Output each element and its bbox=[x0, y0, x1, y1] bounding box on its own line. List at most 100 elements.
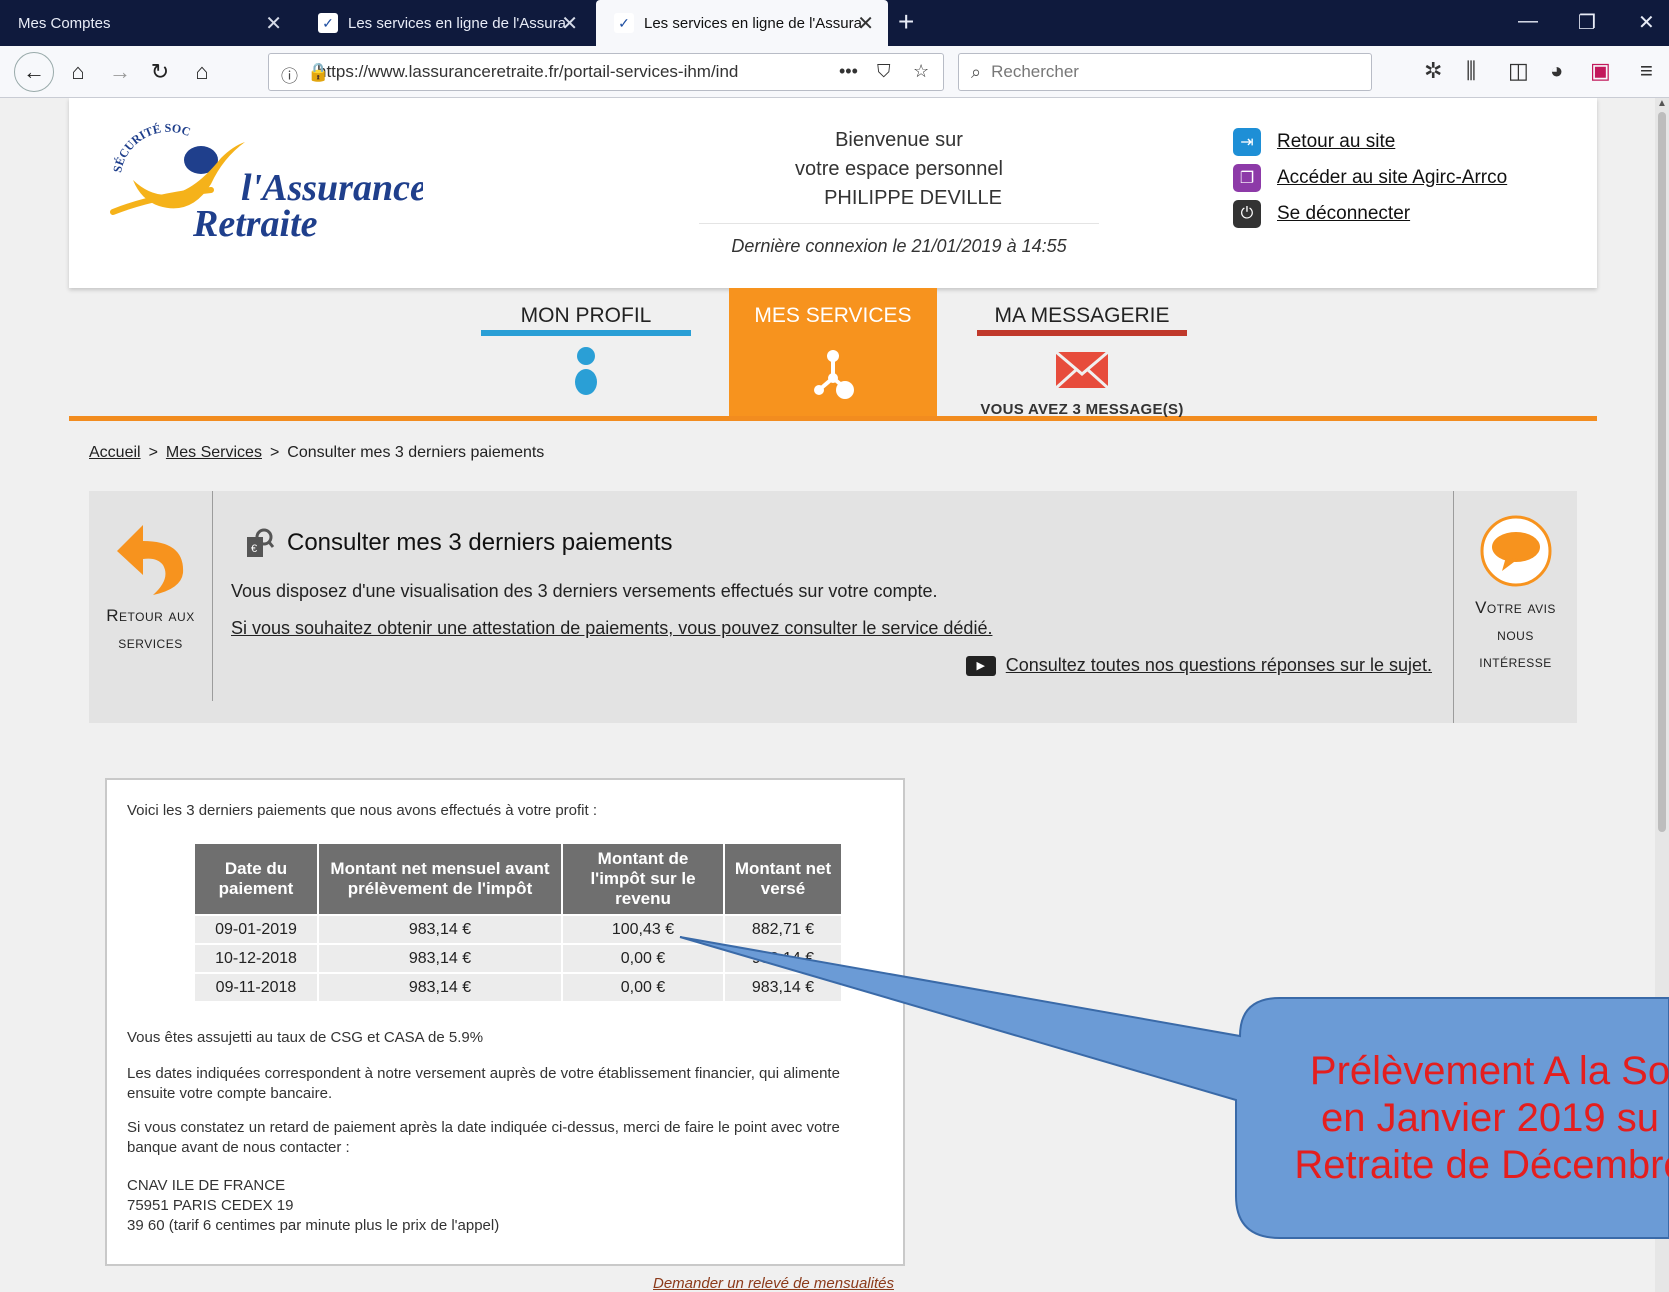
close-icon[interactable]: ✕ bbox=[561, 11, 578, 36]
settings-gear-icon[interactable]: ✲ bbox=[1424, 58, 1442, 84]
attestation-link[interactable]: Si vous souhaitez obtenir une attestatio… bbox=[231, 618, 992, 639]
panel-title: Consulter mes 3 derniers paiements bbox=[287, 529, 673, 556]
info-icon[interactable]: ⓘ bbox=[281, 62, 298, 87]
column-header: Montant de l'impôt sur le revenu bbox=[561, 842, 725, 916]
retour-aux-services-button[interactable]: Retour aux services bbox=[89, 491, 213, 701]
logout-link[interactable]: Se déconnecter bbox=[1277, 203, 1410, 225]
breadcrumb: Accueil > Mes Services > Consulter mes 3 der… bbox=[89, 444, 544, 462]
breadcrumb-mes-services[interactable]: Mes Services bbox=[166, 444, 262, 461]
vote-label-line3: intéresse bbox=[1479, 652, 1552, 671]
user-name: PHILIPPE DEVILLE bbox=[824, 187, 1002, 209]
search-icon: ⌕ bbox=[971, 61, 982, 82]
search-bar[interactable]: ⌕ Rechercher bbox=[958, 53, 1372, 91]
power-icon: ⏻ bbox=[1233, 200, 1261, 228]
agirc-arrco-link-row[interactable]: ❐ Accéder au site Agirc-Arrco bbox=[1233, 164, 1507, 192]
close-icon[interactable]: ✕ bbox=[265, 11, 282, 36]
callout-line1: Prélèvement A la So bbox=[1309, 1049, 1669, 1093]
table-cell: 983,14 € bbox=[723, 972, 843, 1003]
welcome-line2: votre espace personnel bbox=[795, 158, 1003, 180]
bookmark-page-icon[interactable]: ⌂ bbox=[60, 54, 96, 90]
menu-icon[interactable]: ≡ bbox=[1640, 58, 1653, 84]
table-row: 09-11-2018 983,14 € 0,00 € 983,14 € bbox=[193, 972, 843, 1003]
window-close-icon[interactable]: ✕ bbox=[1638, 10, 1655, 35]
browser-tab-mes-comptes[interactable]: Mes Comptes ✕ bbox=[0, 0, 296, 46]
site-header: SÉCURITÉ SOCIALE l'Assurance Retraite Bi… bbox=[69, 98, 1597, 288]
browser-tab-bar: Mes Comptes ✕ ✓ Les services en ligne de… bbox=[0, 0, 1669, 46]
payment-document-icon: € bbox=[247, 528, 275, 557]
retour-au-site-link[interactable]: Retour au site bbox=[1277, 131, 1395, 153]
tab-label: MA MESSAGERIE bbox=[994, 304, 1170, 327]
logo-small-text: SÉCURITÉ SOCIALE bbox=[93, 118, 193, 174]
new-tab-plus-icon[interactable]: + bbox=[898, 6, 914, 38]
exit-arrow-icon: ⇥ bbox=[1233, 128, 1261, 156]
logo-line2: Retraite bbox=[192, 203, 318, 245]
library-icon[interactable]: ⫼ bbox=[1466, 58, 1476, 84]
retour-au-site-link-row[interactable]: ⇥ Retour au site bbox=[1233, 128, 1507, 156]
browser-tab-services-1[interactable]: ✓ Les services en ligne de l'Assura ✕ bbox=[300, 0, 592, 46]
votre-avis-button[interactable]: Votre avis nous intéresse bbox=[1453, 491, 1577, 723]
reload-icon[interactable]: ↻ bbox=[142, 54, 178, 90]
forward-arrow-icon[interactable]: → bbox=[102, 54, 138, 90]
table-cell: 0,00 € bbox=[561, 972, 725, 1003]
browser-toolbar: ← ⌂ → ↻ ⌂ ⓘ 🔒 https://www.lassuranceretr… bbox=[0, 46, 1669, 98]
restore-icon[interactable]: ❐ bbox=[1578, 10, 1596, 35]
welcome-line1: Bienvenue sur bbox=[835, 129, 963, 151]
back-arrow-icon[interactable]: ← bbox=[14, 52, 54, 92]
agirc-arrco-link[interactable]: Accéder au site Agirc-Arrco bbox=[1277, 167, 1507, 189]
payments-box: Voici les 3 derniers paiements que nous … bbox=[105, 778, 905, 1266]
speech-bubble-icon bbox=[1480, 515, 1551, 587]
breadcrumb-separator: > bbox=[148, 444, 158, 461]
table-row: 09-01-2019 983,14 € 100,43 € 882,71 € bbox=[193, 914, 843, 945]
close-icon[interactable]: ✕ bbox=[857, 11, 874, 36]
address-block: CNAV ILE DE FRANCE 75951 PARIS CEDEX 19 … bbox=[127, 1176, 867, 1236]
table-cell: 983,14 € bbox=[317, 943, 563, 974]
search-placeholder[interactable]: Rechercher bbox=[991, 62, 1079, 82]
table-cell: 983,14 € bbox=[723, 943, 843, 974]
tab-title: Mes Comptes bbox=[18, 14, 111, 32]
payments-intro: Voici les 3 derniers paiements que nous … bbox=[127, 802, 597, 819]
address-line1: CNAV ILE DE FRANCE bbox=[127, 1177, 286, 1194]
tab-title: Les services en ligne de l'Assura bbox=[644, 14, 862, 32]
table-row: 10-12-2018 983,14 € 0,00 € 983,14 € bbox=[193, 943, 843, 974]
lock-icon[interactable]: 🔒 bbox=[307, 62, 329, 83]
table-cell: 10-12-2018 bbox=[193, 943, 319, 974]
assurance-retraite-logo[interactable]: SÉCURITÉ SOCIALE l'Assurance Retraite bbox=[93, 118, 423, 248]
csg-note: Vous êtes assujetti au taux de CSG et CA… bbox=[127, 1029, 484, 1046]
extension-icon[interactable]: ◕ bbox=[1550, 58, 1563, 84]
windows-icon: ❐ bbox=[1233, 164, 1261, 192]
table-cell: 983,14 € bbox=[317, 914, 563, 945]
url-bar[interactable]: ⓘ 🔒 https://www.lassuranceretraite.fr/po… bbox=[268, 53, 944, 91]
faq-link[interactable]: ▶ Consultez toutes nos questions réponse… bbox=[965, 655, 1432, 676]
page-actions-icon[interactable]: ••• bbox=[839, 61, 858, 82]
dates-note: Les dates indiquées correspondent à notr… bbox=[127, 1065, 840, 1102]
table-cell: 09-11-2018 bbox=[193, 972, 319, 1003]
sidebar-icon[interactable]: ◫ bbox=[1508, 58, 1529, 84]
faq-link-text[interactable]: Consultez toutes nos questions réponses … bbox=[1006, 655, 1432, 676]
message-count[interactable]: VOUS AVEZ 3 MESSAGE(S) bbox=[977, 401, 1187, 418]
pocket-icon[interactable]: ⛉ bbox=[877, 61, 891, 82]
scroll-up-icon[interactable]: ▲ bbox=[1657, 98, 1667, 109]
tab-ma-messagerie[interactable]: MA MESSAGERIE VOUS AVEZ 3 MESSAGE(S) bbox=[977, 288, 1187, 418]
pocket-extension-icon[interactable]: ▣ bbox=[1590, 58, 1611, 84]
video-play-icon: ▶ bbox=[965, 655, 996, 676]
logout-link-row[interactable]: ⏻ Se déconnecter bbox=[1233, 200, 1507, 228]
home-icon[interactable]: ⌂ bbox=[184, 54, 220, 90]
column-header: Montant net versé bbox=[723, 842, 843, 916]
table-cell: 0,00 € bbox=[561, 943, 725, 974]
breadcrumb-accueil[interactable]: Accueil bbox=[89, 444, 141, 461]
url-text[interactable]: https://www.lassuranceretraite.fr/portai… bbox=[317, 62, 797, 82]
payments-table: Date du paiement Montant net mensuel ava… bbox=[193, 842, 843, 1003]
tab-mes-services[interactable]: MES SERVICES bbox=[729, 288, 937, 416]
address-line3: 39 60 (tarif 6 centimes par minute plus … bbox=[127, 1217, 500, 1234]
tab-mon-profil[interactable]: MON PROFIL bbox=[481, 288, 691, 416]
divider bbox=[699, 223, 1099, 224]
assurance-retraite-favicon-icon: ✓ bbox=[318, 13, 338, 33]
star-bookmark-icon[interactable]: ☆ bbox=[913, 61, 929, 82]
scrollbar-thumb[interactable] bbox=[1658, 112, 1666, 832]
table-cell: 09-01-2019 bbox=[193, 914, 319, 945]
column-header: Date du paiement bbox=[193, 842, 319, 916]
releve-mensualites-link[interactable]: Demander un relevé de mensualités bbox=[653, 1275, 894, 1292]
browser-tab-services-2[interactable]: ✓ Les services en ligne de l'Assura ✕ bbox=[596, 0, 888, 46]
tab-label: MES SERVICES bbox=[754, 304, 912, 327]
minimize-icon[interactable]: — bbox=[1518, 10, 1538, 33]
